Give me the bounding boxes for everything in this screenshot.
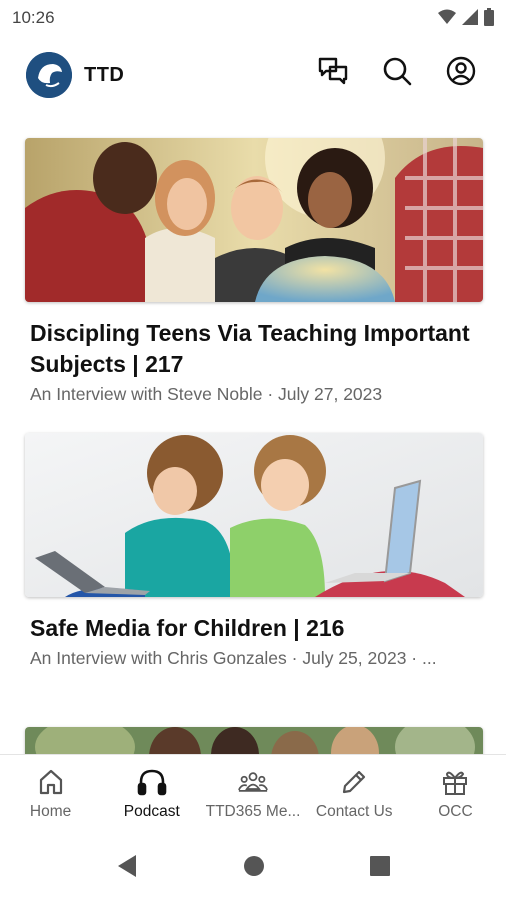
app-header: TTD xyxy=(0,36,506,112)
chat-button[interactable] xyxy=(318,57,348,90)
bottom-navigation: Home Podcast TTD365 Me... Contact Us OCC xyxy=(0,754,506,834)
episode-title[interactable]: Discipling Teens Via Teaching Important … xyxy=(25,318,475,380)
episode-thumbnail[interactable] xyxy=(25,727,483,754)
cellular-signal-icon xyxy=(462,9,478,30)
episode-title[interactable]: Safe Media for Children | 216 xyxy=(25,613,475,644)
nav-home[interactable]: Home xyxy=(0,755,101,834)
headphones-icon xyxy=(137,767,167,797)
nav-podcast[interactable]: Podcast xyxy=(101,755,202,834)
nav-contact-us[interactable]: Contact Us xyxy=(304,755,405,834)
nav-label: Home xyxy=(29,803,72,820)
episode-card[interactable] xyxy=(25,727,483,754)
nav-label: TTD365 Me... xyxy=(205,803,301,820)
pencil-icon xyxy=(339,767,369,797)
episode-thumbnail[interactable] xyxy=(25,138,483,302)
gift-icon xyxy=(440,767,470,797)
search-button[interactable] xyxy=(382,56,412,91)
search-icon xyxy=(382,56,412,91)
account-icon xyxy=(446,56,476,91)
nav-label: Podcast xyxy=(123,803,180,820)
app-logo xyxy=(26,52,72,98)
episode-feed[interactable]: Discipling Teens Via Teaching Important … xyxy=(0,112,506,754)
header-actions xyxy=(318,56,476,91)
episode-subtitle: An Interview with Chris Gonzales · July … xyxy=(30,648,437,668)
status-bar: 10:26 xyxy=(0,0,506,36)
home-icon xyxy=(36,767,66,797)
wifi-icon xyxy=(438,9,456,30)
account-button[interactable] xyxy=(446,56,476,91)
chat-icon xyxy=(318,57,348,90)
nav-occ[interactable]: OCC xyxy=(405,755,506,834)
back-icon[interactable] xyxy=(116,854,138,883)
episode-card[interactable]: Discipling Teens Via Teaching Important … xyxy=(25,138,483,405)
nav-label: Contact Us xyxy=(315,803,393,820)
nav-ttd365-members[interactable]: TTD365 Me... xyxy=(202,755,303,834)
nav-label: OCC xyxy=(438,803,473,820)
app-title: TTD xyxy=(84,64,125,86)
home-circle-icon[interactable] xyxy=(243,855,265,882)
episode-subtitle: An Interview with Steve Noble · July 27,… xyxy=(30,384,383,404)
recents-icon[interactable] xyxy=(369,855,391,882)
status-icons xyxy=(438,8,494,31)
group-icon xyxy=(238,767,268,797)
status-time: 10:26 xyxy=(12,8,55,27)
system-navigation-bar xyxy=(0,834,506,900)
episode-thumbnail[interactable] xyxy=(25,433,483,597)
episode-card[interactable]: Safe Media for Children | 216 An Intervi… xyxy=(25,433,483,669)
battery-icon xyxy=(484,8,494,31)
